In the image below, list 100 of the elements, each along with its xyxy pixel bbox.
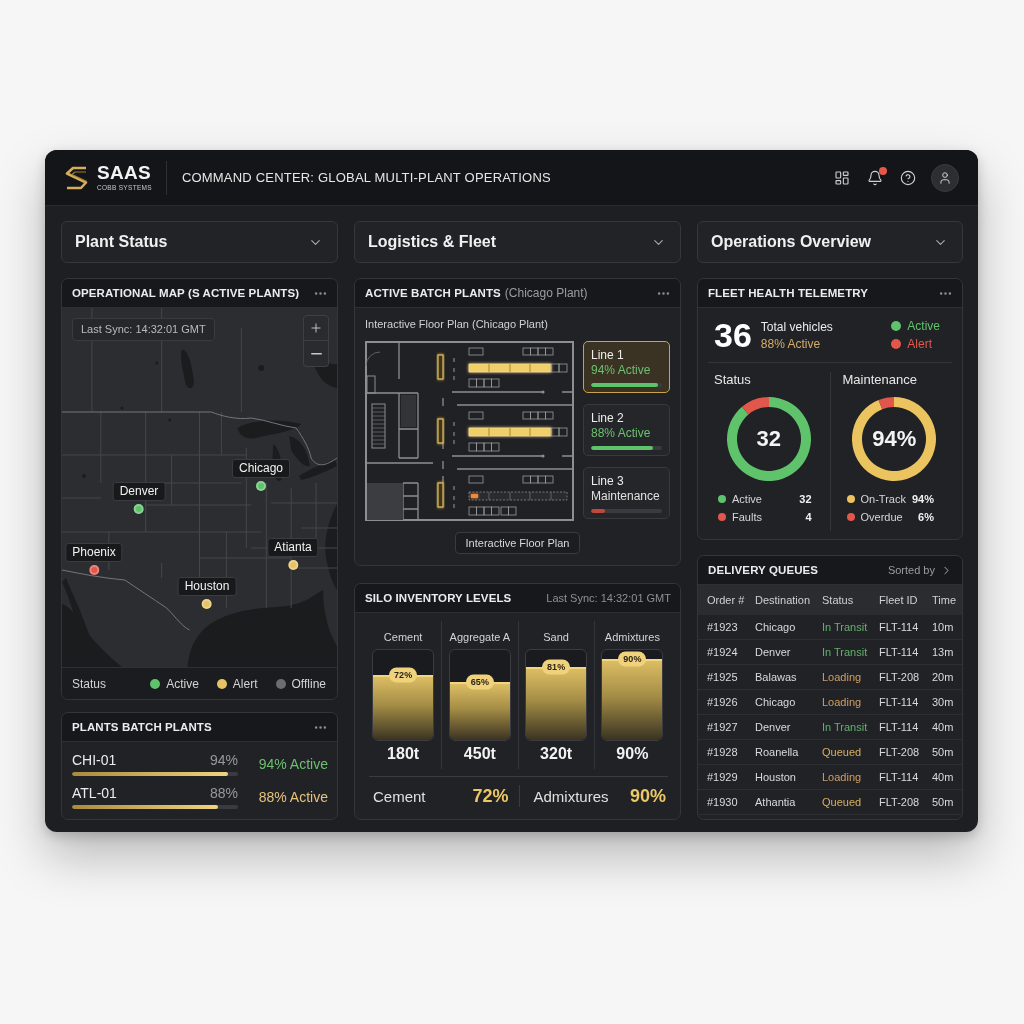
table-cell-text: Athantia <box>755 796 797 808</box>
table-cell-text: FLT-114 <box>879 696 920 708</box>
last-sync-label: Last Sync: 14:32:01 GMT <box>546 592 671 604</box>
table-cell-text: FLT-208 <box>879 746 921 758</box>
last-sync-label: Last Sync: 14:32:01 GMT <box>72 318 215 341</box>
zoom-in-button[interactable] <box>303 315 329 341</box>
table-cell-text: 10m <box>932 621 955 633</box>
line-status: Maintenance <box>591 489 661 504</box>
silo-amount: 450t <box>463 744 496 764</box>
line-name: Line 1 <box>591 348 625 363</box>
silo-amount: 180t <box>387 744 420 764</box>
map-marker-icon[interactable] <box>288 560 298 570</box>
column-header[interactable]: Order # <box>707 594 755 606</box>
summary-label: Cement <box>373 787 426 805</box>
legend-value: 94% <box>911 492 934 506</box>
legend-label: Active <box>732 492 762 506</box>
plant-code: CHI-01 <box>72 752 117 768</box>
table-cell-text: #1923 <box>707 621 739 633</box>
table-cell-text: FLT-114 <box>879 621 920 633</box>
status-text: Loading <box>822 671 863 683</box>
table-cell-text: 30m <box>932 696 955 708</box>
status-text: In Transit <box>822 721 869 733</box>
map-marker-icon[interactable] <box>256 481 266 491</box>
line-name: Line 3 <box>591 474 625 489</box>
status-text: Queued <box>822 796 863 808</box>
section-dropdown[interactable]: Plant Status <box>61 221 338 263</box>
donut-center-value: 94% <box>872 426 917 452</box>
table-cell-text: 20m <box>932 671 955 683</box>
summary-value: 72% <box>472 785 509 807</box>
map-marker-icon[interactable] <box>134 504 144 514</box>
map-pin-label[interactable]: Atianta <box>267 538 319 557</box>
avatar-button[interactable] <box>931 163 959 192</box>
table-cell-text: #1927 <box>707 721 739 733</box>
table-cell-text: #1925 <box>707 671 739 683</box>
silo-label: Cement <box>383 631 423 644</box>
line-card[interactable]: Line 3 Maintenance <box>583 467 670 519</box>
silo-label: Admixtures <box>604 631 660 644</box>
legend-value: 6% <box>918 510 934 524</box>
table-cell-text: Roanella <box>755 746 800 758</box>
panel-title: DELIVERY QUEUES <box>708 564 819 576</box>
bell-icon[interactable] <box>867 169 883 186</box>
floor-plan-button[interactable]: Interactive Floor Plan <box>454 532 581 554</box>
minus-icon <box>310 352 322 355</box>
column-header[interactable]: Destination <box>755 594 822 606</box>
column-header[interactable]: Time <box>932 594 962 606</box>
map-marker-icon[interactable] <box>89 565 99 575</box>
table-cell-text: 50m <box>932 746 955 758</box>
zoom-out-button[interactable] <box>303 341 329 367</box>
table-cell-text: Houston <box>755 771 797 783</box>
silo-amount: 90% <box>616 744 649 764</box>
line-name: Line 2 <box>591 411 625 426</box>
plant-code: ATL-01 <box>72 785 117 801</box>
silo-level-badge: 81% <box>542 659 571 675</box>
legend-label: Active <box>907 319 940 333</box>
table-cell-text: FLT-114 <box>879 771 920 783</box>
status-text: In Transit <box>822 646 869 658</box>
legend-title: Status <box>72 676 107 691</box>
status-text: Loading <box>822 771 863 783</box>
status-text: In Transit <box>822 621 869 633</box>
gauge-title: Status <box>714 372 751 388</box>
sort-button[interactable]: Sorted by <box>887 563 953 577</box>
summary-value: 90% <box>629 785 666 807</box>
legend-value: 32 <box>799 492 812 506</box>
table-cell-text: 13m <box>932 646 955 658</box>
status-text: Queued <box>822 746 863 758</box>
legend-label: Active <box>166 676 199 691</box>
column-header[interactable]: Status <box>822 594 879 606</box>
panel-title: OPERATIONAL MAP (S ACTIVE PLANTS) <box>72 287 300 299</box>
line-card[interactable]: Line 1 94% Active <box>583 341 670 393</box>
map-pin-label[interactable]: Denver <box>112 482 166 501</box>
column-header[interactable]: Fleet ID <box>879 594 932 606</box>
user-icon <box>938 170 952 185</box>
section-dropdown[interactable]: Logistics & Fleet <box>354 221 681 263</box>
legend-label: Alert <box>232 676 258 691</box>
total-vehicles-label: Total vehicles <box>760 319 833 334</box>
silo-level-badge: 90% <box>618 651 647 667</box>
legend-label: Overdue <box>860 510 903 524</box>
map-marker-icon[interactable] <box>202 599 212 609</box>
donut-center-value: 32 <box>756 426 781 452</box>
table-cell-text: #1929 <box>707 771 739 783</box>
summary-label: Admixtures <box>533 787 609 805</box>
table-cell-text: #1924 <box>707 646 739 658</box>
layout-icon[interactable] <box>834 169 850 186</box>
map-pin-label[interactable]: Phoenix <box>65 543 123 562</box>
table-cell-text: FLT-114 <box>879 721 920 733</box>
plant-percent: 88% <box>209 785 238 801</box>
map-pin-label[interactable]: Houston <box>177 577 237 596</box>
silo-amount: 320t <box>540 744 573 764</box>
panel-title: ACTIVE BATCH PLANTS <box>365 287 501 299</box>
section-dropdown[interactable]: Operations Overview <box>697 221 963 263</box>
table-cell-text: FLT-208 <box>879 796 921 808</box>
map-pin-label[interactable]: Chicago <box>232 459 290 478</box>
silo-label: Aggregate A <box>449 631 511 644</box>
table-cell-text: FLT-208 <box>879 671 921 683</box>
floor-plan-caption: Interactive Floor Plan (Chicago Plant) <box>365 318 548 331</box>
line-card[interactable]: Line 2 88% Active <box>583 404 670 456</box>
panel-title: FLEET HEALTH TELEMETRY <box>708 287 868 299</box>
help-icon[interactable] <box>900 169 916 186</box>
active-share: 88% Active <box>760 336 822 351</box>
line-status: 88% Active <box>591 426 652 441</box>
